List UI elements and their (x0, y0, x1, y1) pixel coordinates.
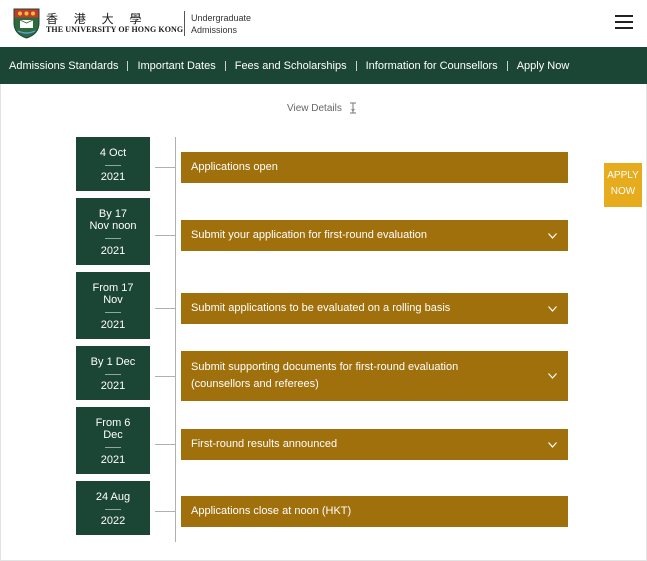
date-line1: By 1 Dec (90, 356, 136, 368)
hamburger-menu-icon[interactable] (615, 15, 633, 30)
view-details-link[interactable]: View Details (287, 103, 342, 114)
chevron-down-icon (548, 305, 557, 312)
date-label: 24 Aug (76, 491, 150, 503)
event-label: Applications open (191, 161, 278, 173)
date-label: By 1 Dec (76, 356, 150, 368)
nav-item-important-dates[interactable]: Important Dates (137, 60, 215, 72)
date-divider (105, 447, 121, 448)
timeline-connector (155, 167, 175, 168)
date-label: From 6 Dec (76, 417, 150, 441)
event-label: Applications close at noon (HKT) (191, 505, 352, 517)
logo-divider (184, 11, 185, 36)
event-label: Submit your application for first-round … (191, 229, 428, 241)
date-box: 4 Oct 2021 (76, 137, 150, 191)
chevron-down-icon (548, 232, 557, 239)
site-header: 香 港 大 學 THE UNIVERSITY OF HONG KONG Unde… (0, 0, 647, 47)
date-line1: By 17 (98, 208, 128, 220)
chevron-down-icon (548, 373, 557, 379)
main-nav: Admissions Standards Important Dates Fee… (0, 47, 647, 84)
date-divider (105, 165, 121, 166)
date-divider (105, 312, 121, 313)
timeline-vertical-line (175, 137, 176, 542)
apply-now-line2: NOW (610, 186, 636, 197)
date-year: 2022 (100, 515, 126, 527)
event-accordion-first-round-results[interactable]: First-round results announced (181, 429, 568, 460)
date-line1: From 6 (95, 417, 131, 429)
apply-now-line1: APPLY (607, 170, 639, 181)
date-box: From 6 Dec 2021 (76, 407, 150, 474)
apply-now-button[interactable]: APPLY NOW (604, 163, 642, 207)
event-label: Submit applications to be evaluated on a… (191, 302, 451, 314)
date-box: By 17 Nov noon 2021 (76, 198, 150, 265)
timeline-connector (155, 511, 175, 512)
nav-item-information-for-counsellors[interactable]: Information for Counsellors (366, 60, 498, 72)
date-year: 2021 (100, 171, 126, 183)
date-divider (105, 374, 121, 375)
date-year: 2021 (100, 245, 126, 257)
event-accordion-rolling-basis[interactable]: Submit applications to be evaluated on a… (181, 293, 568, 324)
date-year: 2021 (100, 454, 126, 466)
date-year: 2021 (100, 319, 126, 331)
event-bar: Applications open (181, 152, 568, 183)
logo-english-text: THE UNIVERSITY OF HONG KONG (46, 25, 184, 34)
event-bar: Applications close at noon (HKT) (181, 496, 568, 527)
date-line2: Dec (103, 429, 123, 441)
site-name[interactable]: Undergraduate Admissions (191, 12, 251, 36)
date-divider (105, 238, 121, 239)
event-label-line2: (counsellors and referees) (191, 378, 319, 390)
event-label: Submit supporting documents for first-ro… (191, 361, 459, 373)
nav-separator (506, 60, 508, 71)
timeline-connector (155, 376, 175, 377)
nav-item-fees-and-scholarships[interactable]: Fees and Scholarships (235, 60, 347, 72)
site-name-line1: Undergraduate (191, 13, 252, 23)
nav-separator (127, 60, 129, 71)
event-label: First-round results announced (191, 438, 338, 450)
timeline-connector (155, 235, 175, 236)
event-accordion-first-round[interactable]: Submit your application for first-round … (181, 220, 568, 251)
timeline-connector (155, 444, 175, 445)
nav-separator (355, 60, 357, 71)
date-line1: 4 Oct (99, 147, 127, 159)
date-line1: 24 Aug (95, 491, 131, 503)
timeline-connector (155, 308, 175, 309)
site-name-line2: Admissions (191, 25, 238, 35)
date-label: 4 Oct (76, 147, 150, 159)
date-year: 2021 (100, 380, 126, 392)
expand-icon[interactable] (349, 102, 357, 114)
date-label: By 17 Nov noon (76, 208, 150, 232)
date-label: From 17 Nov (76, 282, 150, 306)
nav-item-apply-now[interactable]: Apply Now (517, 60, 570, 72)
date-line2: Nov noon (89, 220, 137, 232)
chevron-down-icon (548, 441, 557, 448)
date-line2: Nov (103, 294, 123, 306)
date-box: 24 Aug 2022 (76, 481, 150, 535)
event-accordion-supporting-documents[interactable]: Submit supporting documents for first-ro… (181, 351, 568, 401)
date-divider (105, 509, 121, 510)
nav-separator (224, 60, 226, 71)
date-box: By 1 Dec 2021 (76, 346, 150, 400)
university-crest-icon[interactable] (13, 7, 40, 39)
nav-item-admissions-standards[interactable]: Admissions Standards (9, 60, 118, 72)
date-box: From 17 Nov 2021 (76, 272, 150, 339)
date-line1: From 17 (92, 282, 134, 294)
